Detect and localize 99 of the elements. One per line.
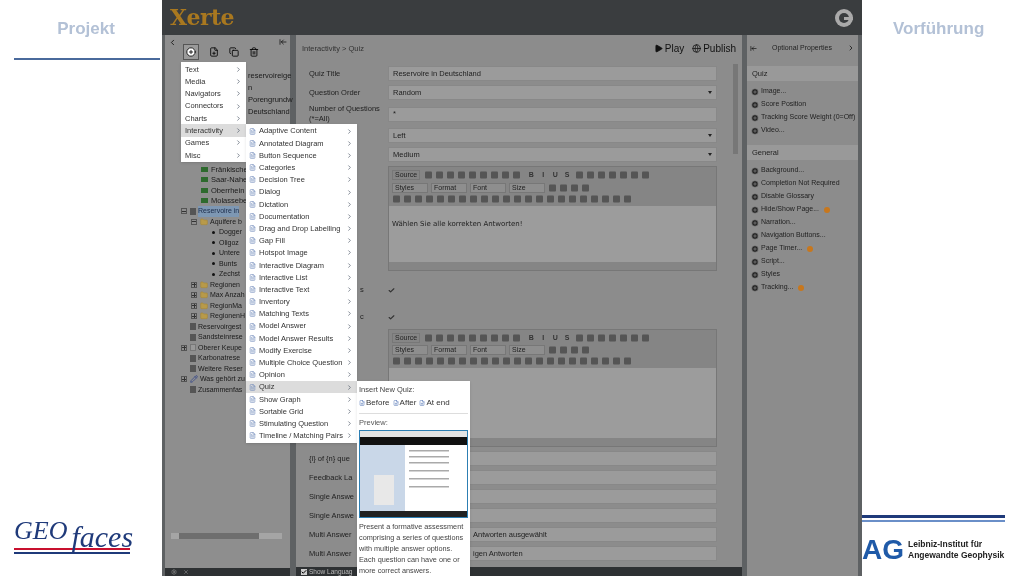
bullet-icon bbox=[212, 262, 215, 266]
add-icon[interactable] bbox=[751, 244, 759, 253]
add-icon[interactable] bbox=[751, 257, 759, 266]
page-type-icon bbox=[249, 273, 256, 281]
insert-page-icon bbox=[392, 400, 399, 407]
page-type-icon bbox=[249, 200, 256, 208]
add-icon[interactable] bbox=[751, 192, 759, 201]
expand-toggle-icon[interactable] bbox=[191, 292, 197, 299]
page-type-icon bbox=[249, 310, 256, 318]
expand-toggle-icon[interactable] bbox=[191, 313, 197, 320]
expand-toggle-icon[interactable] bbox=[191, 302, 197, 309]
toolbar-icons-drawing[interactable] bbox=[392, 194, 634, 203]
insert-position-button[interactable]: Before bbox=[359, 397, 390, 410]
globe-icon bbox=[692, 44, 702, 53]
institute-logo-mark: AG bbox=[862, 536, 904, 564]
checkbox[interactable] bbox=[388, 286, 395, 294]
logo-text: GEO bbox=[14, 518, 68, 544]
add-icon[interactable] bbox=[751, 87, 759, 96]
page-type-icon bbox=[249, 346, 256, 354]
publish-button[interactable]: Publish bbox=[692, 41, 736, 56]
page-type-icon bbox=[249, 237, 256, 245]
add-page-button[interactable] bbox=[183, 44, 199, 60]
page-type-icon bbox=[249, 212, 256, 220]
institute-name: Angewandte Geophysik bbox=[908, 550, 1005, 561]
page-type-icon bbox=[249, 298, 256, 306]
settings-icon[interactable] bbox=[171, 569, 177, 575]
slide-subtitle: Vorführung bbox=[893, 18, 986, 40]
toolbar-icons-drawing[interactable] bbox=[548, 346, 592, 354]
page-type-icon bbox=[249, 322, 256, 330]
checkbox[interactable] bbox=[301, 568, 307, 575]
page-type-icon bbox=[249, 432, 256, 440]
page-type-icon bbox=[249, 127, 256, 135]
add-icon[interactable] bbox=[751, 100, 759, 109]
dropdown-arrow-icon bbox=[708, 153, 712, 156]
dropdown-arrow-icon bbox=[708, 134, 712, 137]
collapse-toggle-icon[interactable] bbox=[181, 208, 187, 215]
page-icon bbox=[190, 207, 196, 215]
page-type-icon bbox=[249, 383, 256, 391]
collapse-panel-icon[interactable] bbox=[168, 38, 177, 47]
folder-icon bbox=[200, 312, 208, 321]
logo-text: faces bbox=[71, 522, 134, 552]
add-icon[interactable] bbox=[751, 231, 759, 240]
toolbar-icons-drawing[interactable] bbox=[548, 183, 592, 192]
delete-icon[interactable] bbox=[249, 47, 259, 57]
page-type-icon bbox=[249, 151, 256, 159]
close-icon[interactable] bbox=[183, 569, 189, 575]
page-type-icon bbox=[249, 188, 256, 196]
add-icon[interactable] bbox=[751, 126, 759, 135]
checkbox[interactable] bbox=[388, 313, 395, 321]
bullet-icon bbox=[212, 272, 215, 276]
folder-icon bbox=[200, 217, 208, 226]
add-icon[interactable] bbox=[751, 205, 759, 214]
collapse-panel-icon[interactable] bbox=[847, 44, 855, 52]
insert-position-button[interactable]: After bbox=[392, 397, 417, 410]
app-logo: Xerte bbox=[170, 3, 235, 32]
pen-icon bbox=[190, 375, 198, 384]
pin-panel-icon[interactable] bbox=[279, 38, 287, 46]
insert-page-icon bbox=[419, 400, 426, 407]
duplicate-icon[interactable] bbox=[229, 47, 239, 57]
page-type-icon bbox=[249, 371, 256, 379]
insert-position-button[interactable]: At end bbox=[419, 397, 450, 410]
page-type-icon bbox=[249, 407, 256, 415]
add-icon[interactable] bbox=[751, 270, 759, 279]
add-icon[interactable] bbox=[751, 113, 759, 122]
page-type-icon bbox=[249, 395, 256, 403]
expand-toggle-icon[interactable] bbox=[181, 376, 187, 383]
page-type-icon bbox=[249, 249, 256, 257]
page-type-icon bbox=[249, 176, 256, 184]
page-type-icon bbox=[249, 164, 256, 172]
play-icon bbox=[653, 44, 663, 53]
slide-title: Projekt bbox=[57, 18, 115, 40]
page-type-icon bbox=[249, 420, 256, 428]
toolbar-icons-drawing[interactable] bbox=[392, 357, 634, 365]
page-type-icon bbox=[249, 334, 256, 342]
page-type-icon bbox=[249, 225, 256, 233]
add-icon[interactable] bbox=[751, 283, 759, 292]
page-type-icon bbox=[249, 261, 256, 269]
page-type-icon bbox=[249, 286, 256, 294]
pin-panel-icon[interactable] bbox=[750, 44, 757, 52]
page-icon bbox=[190, 386, 196, 394]
add-icon[interactable] bbox=[751, 179, 759, 188]
horizontal-scrollbar[interactable] bbox=[171, 533, 282, 539]
play-button[interactable]: Play bbox=[653, 41, 685, 56]
page-type-icon bbox=[249, 359, 256, 367]
new-page-icon[interactable] bbox=[209, 47, 219, 57]
collapse-toggle-icon[interactable] bbox=[191, 218, 197, 225]
bullet-icon bbox=[212, 241, 215, 245]
dropdown-arrow-icon bbox=[708, 91, 712, 94]
insert-page-icon bbox=[359, 400, 365, 407]
bullet-icon bbox=[212, 251, 215, 255]
folder-icon bbox=[200, 280, 208, 289]
add-icon[interactable] bbox=[751, 218, 759, 227]
page-type-icon bbox=[249, 139, 256, 147]
logo-mark-icon bbox=[834, 7, 854, 28]
institute-name: Leibniz-Institut für bbox=[908, 539, 984, 550]
expand-toggle-icon[interactable] bbox=[181, 344, 187, 351]
bullet-icon bbox=[212, 230, 215, 234]
expand-toggle-icon[interactable] bbox=[191, 281, 197, 288]
add-icon[interactable] bbox=[751, 166, 759, 175]
